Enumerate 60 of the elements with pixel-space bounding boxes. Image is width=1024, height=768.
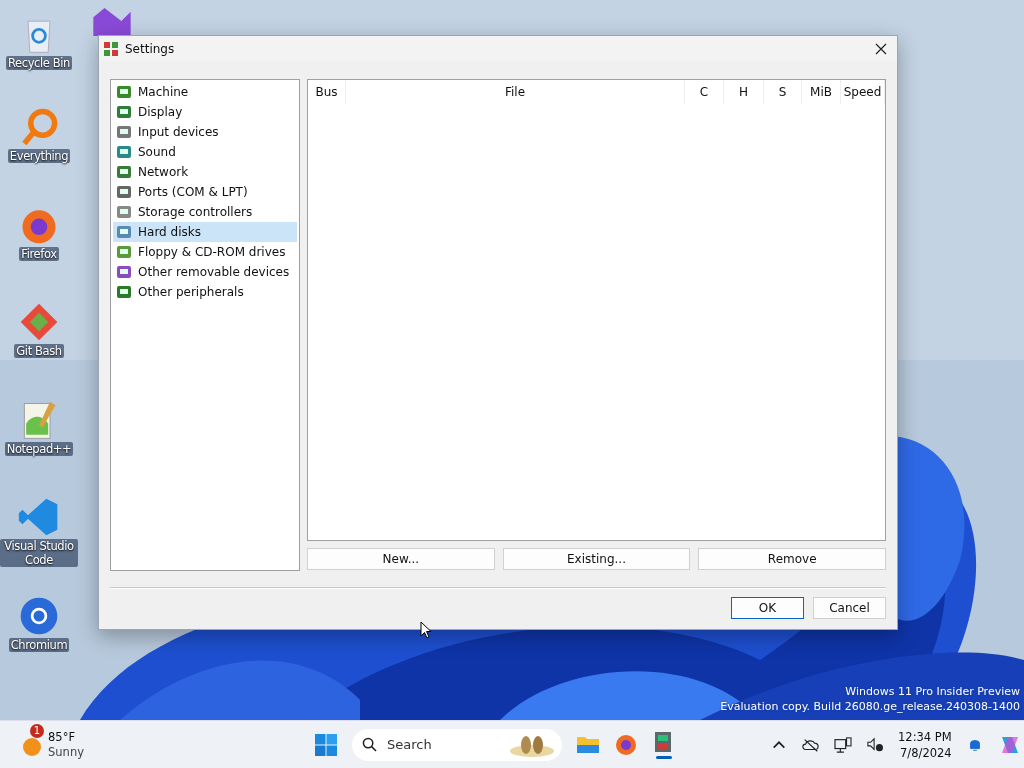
column-header[interactable]: MiB xyxy=(802,80,841,104)
column-header[interactable]: Bus xyxy=(308,80,346,104)
device-icon xyxy=(116,124,132,140)
category-item[interactable]: Sound xyxy=(113,142,297,162)
category-item[interactable]: Ports (COM & LPT) xyxy=(113,182,297,202)
speaker-muted-icon[interactable] xyxy=(866,736,884,753)
temperature-text: 85°F xyxy=(48,729,76,745)
icon-label: Firefox xyxy=(19,247,59,261)
clock-time[interactable]: 12:34 PM xyxy=(898,728,952,745)
device-icon xyxy=(116,224,132,240)
category-item[interactable]: Machine xyxy=(113,82,297,102)
start-icon[interactable] xyxy=(314,732,338,757)
column-header[interactable]: H xyxy=(724,80,764,104)
action-button[interactable]: Existing... xyxy=(502,548,691,570)
device-icon xyxy=(116,164,132,180)
dialog-button[interactable]: OK xyxy=(731,597,804,619)
icon-label: Everything xyxy=(7,149,71,163)
category-item[interactable]: Storage controllers xyxy=(113,202,297,222)
column-header[interactable]: Speed xyxy=(841,80,885,104)
icon-label: Visual Studio Code xyxy=(0,539,78,567)
close-icon[interactable] xyxy=(875,42,887,55)
search-box[interactable]: Search xyxy=(352,728,562,761)
app-icon xyxy=(103,40,119,57)
watermark-text: Evaluation copy. Build 26080.ge_release.240308-1400 xyxy=(720,699,1020,714)
device-icon xyxy=(116,104,132,120)
column-header[interactable]: S xyxy=(764,80,802,104)
category-item[interactable]: Floppy & CD-ROM drives xyxy=(113,242,297,262)
icon-label: Recycle Bin xyxy=(6,56,72,70)
firefox-icon[interactable] xyxy=(614,732,638,757)
network-icon[interactable] xyxy=(834,736,852,753)
window-title: Settings xyxy=(125,41,176,56)
search-icon xyxy=(362,737,377,752)
device-icon xyxy=(116,184,132,200)
device-icon xyxy=(116,244,132,260)
column-header[interactable]: File xyxy=(346,80,685,104)
clock-date[interactable]: 7/8/2024 xyxy=(900,744,952,761)
category-item[interactable]: Network xyxy=(113,162,297,182)
device-icon xyxy=(116,84,132,100)
cursor-icon xyxy=(420,621,432,639)
watermark-text: Windows 11 Pro Insider Preview xyxy=(845,684,1020,699)
device-icon xyxy=(116,144,132,160)
device-icon xyxy=(116,284,132,300)
category-item[interactable]: Display xyxy=(113,102,297,122)
action-button[interactable]: New... xyxy=(307,548,495,570)
action-button[interactable]: Remove xyxy=(698,548,886,570)
category-item[interactable]: Input devices xyxy=(113,122,297,142)
category-item[interactable]: Other removable devices xyxy=(113,262,297,282)
category-item[interactable]: Other peripherals xyxy=(113,282,297,302)
icon-label: Chromium xyxy=(8,638,70,652)
icon-label: Git Bash xyxy=(14,344,64,358)
category-item[interactable]: Hard disks xyxy=(113,222,297,242)
weather-condition: Sunny xyxy=(48,744,84,760)
device-icon xyxy=(116,204,132,220)
dialog-button[interactable]: Cancel xyxy=(813,597,886,619)
notification-badge: 1 xyxy=(30,723,44,738)
column-header[interactable]: C xyxy=(685,80,724,104)
icon-label: Notepad++ xyxy=(4,442,74,456)
search-field[interactable]: Search xyxy=(385,736,500,753)
cloud-icon[interactable] xyxy=(802,736,820,753)
device-icon xyxy=(116,264,132,280)
